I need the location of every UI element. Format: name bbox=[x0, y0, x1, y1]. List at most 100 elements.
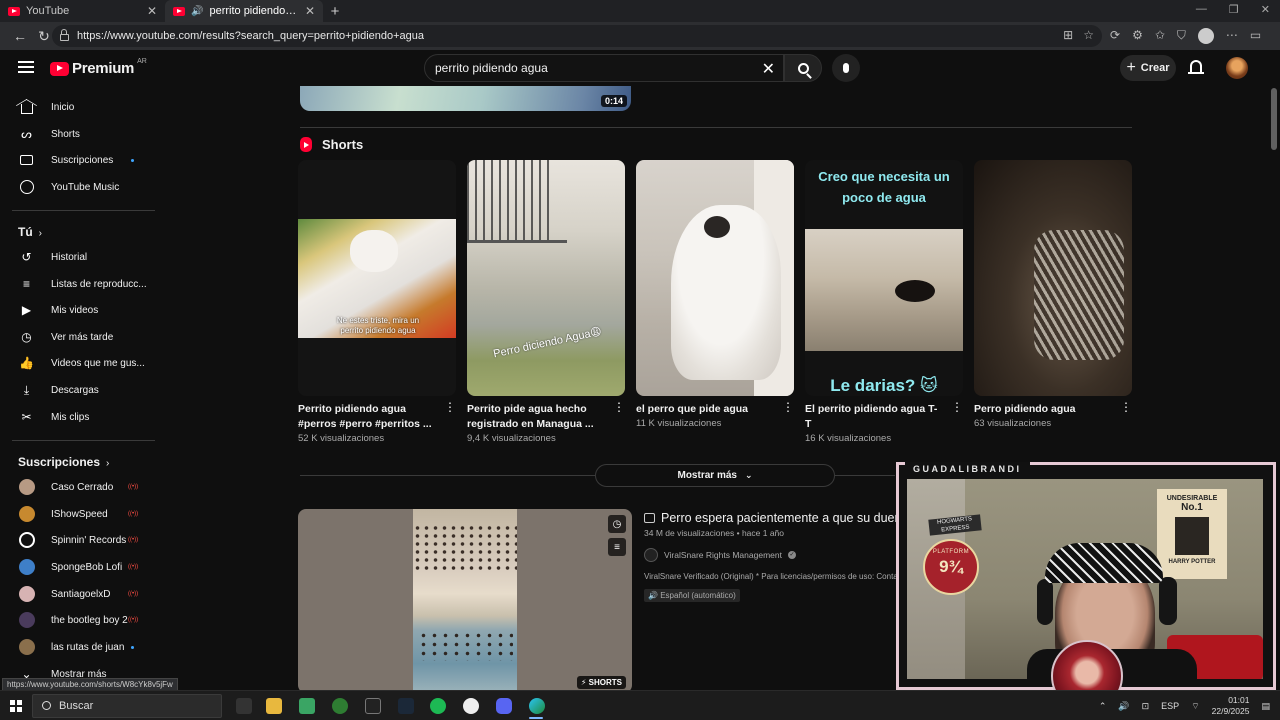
sidebar-channel-spinnin-records[interactable]: Spinnin' Records ((•)) bbox=[0, 527, 160, 553]
close-tab-icon[interactable]: ✕ bbox=[147, 4, 157, 18]
video-channel[interactable]: ViralSnare Rights Management ✓ bbox=[644, 548, 904, 562]
video-thumbnail[interactable]: 0:14 bbox=[300, 86, 631, 111]
active-app-indicator bbox=[529, 717, 543, 719]
youtube-logo-icon bbox=[50, 61, 69, 76]
video-thumbnail[interactable]: ◷ ≡ ⚡ SHORTS bbox=[298, 509, 632, 690]
short-card[interactable]: Perro pidiendo agua 63 visualizaciones ⋮ bbox=[974, 160, 1132, 429]
short-title[interactable]: Perro pidiendo agua bbox=[974, 402, 1109, 417]
scrollbar-thumb[interactable] bbox=[1271, 88, 1277, 150]
refresh-extension-icon[interactable]: ⟳ bbox=[1110, 28, 1120, 44]
short-thumbnail[interactable] bbox=[974, 160, 1132, 396]
show-more-shorts-button[interactable]: Mostrar más ⌄ bbox=[595, 464, 835, 487]
epic-games-icon[interactable] bbox=[365, 698, 381, 714]
short-thumbnail[interactable] bbox=[636, 160, 794, 396]
sidebar-item-inicio[interactable]: Inicio bbox=[0, 94, 160, 120]
short-card[interactable]: Creo que necesita un poco de agua Le dar… bbox=[805, 160, 963, 444]
short-title[interactable]: El perrito pidiendo agua T-T bbox=[805, 402, 940, 432]
sidebar-channel-santiagoelxd[interactable]: SantiagoelxD ((•)) bbox=[0, 581, 160, 607]
sidebar-item-descargas[interactable]: ⤓ Descargas bbox=[0, 377, 160, 403]
xbox-icon[interactable] bbox=[332, 698, 348, 714]
address-bar[interactable]: https://www.youtube.com/results?search_q… bbox=[52, 25, 1102, 47]
short-thumbnail[interactable]: Creo que necesita un poco de agua Le dar… bbox=[805, 160, 963, 396]
discord-icon[interactable] bbox=[496, 698, 512, 714]
language-indicator[interactable]: ESP bbox=[1161, 701, 1179, 711]
short-title[interactable]: el perro que pide agua bbox=[636, 402, 771, 417]
sidebar-item-mis-videos[interactable]: ▶ Mis videos bbox=[0, 297, 160, 323]
thumbnail-actions: ◷ ≡ bbox=[608, 515, 626, 556]
sidebar-item-youtube-music[interactable]: YouTube Music bbox=[0, 174, 160, 200]
youtube-premium-logo[interactable]: Premium AR bbox=[50, 58, 147, 77]
search-button[interactable] bbox=[784, 54, 822, 82]
tray-chevron-icon[interactable]: ⌃ bbox=[1099, 701, 1107, 712]
short-card[interactable]: el perro que pide agua 11 K visualizacio… bbox=[636, 160, 794, 429]
more-options-icon[interactable]: ⋮ bbox=[951, 401, 963, 413]
notifications-bell-icon[interactable] bbox=[1188, 60, 1204, 74]
sidebar-you-heading[interactable]: Tú › bbox=[18, 225, 42, 239]
close-tab-icon[interactable]: ✕ bbox=[305, 4, 315, 18]
sidebar-subscriptions-heading[interactable]: Suscripciones › bbox=[18, 455, 109, 469]
sidebar-item-mis-clips[interactable]: ✂ Mis clips bbox=[0, 404, 160, 430]
sidebar-item-ver-mas-tarde[interactable]: ◷ Ver más tarde bbox=[0, 324, 160, 350]
more-options-icon[interactable]: ⋮ bbox=[782, 401, 794, 413]
app-install-icon[interactable]: ⊞ bbox=[1063, 28, 1073, 42]
sidebar-item-historial[interactable]: ↺ Historial bbox=[0, 244, 160, 270]
short-title[interactable]: Perrito pide agua hecho registrado en Ma… bbox=[467, 402, 602, 432]
section-divider bbox=[835, 475, 895, 476]
short-title[interactable]: Perrito pidiendo agua #perros #perro #pe… bbox=[298, 402, 433, 432]
extension-icon[interactable]: ⚙ bbox=[1132, 28, 1143, 44]
sidebar-channel-las-rutas-de-juan[interactable]: las rutas de juan bbox=[0, 634, 160, 660]
clear-search-icon[interactable]: ✕ bbox=[762, 59, 775, 79]
sidebar-channel-the-bootleg-boy-2[interactable]: the bootleg boy 2 ((•)) bbox=[0, 607, 160, 633]
clock[interactable]: 01:01 22/9/2025 bbox=[1212, 695, 1250, 717]
video-title[interactable]: Perro espera pacientemente a que su dueñ… bbox=[644, 511, 904, 525]
more-options-icon[interactable]: ⋮ bbox=[444, 401, 456, 413]
search-input[interactable]: perrito pidiendo agua ✕ bbox=[424, 54, 784, 82]
volume-icon[interactable]: 🔊 bbox=[1118, 701, 1129, 712]
browser-tab-youtube[interactable]: YouTube ✕ bbox=[0, 0, 165, 22]
account-avatar[interactable] bbox=[1226, 57, 1248, 79]
hamburger-menu-icon[interactable] bbox=[18, 61, 34, 73]
sidebar-item-suscripciones[interactable]: Suscripciones bbox=[0, 147, 160, 173]
short-card[interactable]: Perro diciendo Agua😩 Perrito pide agua h… bbox=[467, 160, 625, 444]
sidebar-item-listas[interactable]: ≡ Listas de reproducc... bbox=[0, 271, 160, 297]
spotify-icon[interactable] bbox=[430, 698, 446, 714]
short-card[interactable]: Ne estes triste, mira un perrito pidiend… bbox=[298, 160, 456, 444]
favorite-star-icon[interactable]: ☆ bbox=[1083, 28, 1094, 42]
notifications-icon[interactable]: ▤ bbox=[1261, 701, 1270, 712]
short-thumbnail[interactable]: Perro diciendo Agua😩 bbox=[467, 160, 625, 396]
file-explorer-icon[interactable] bbox=[266, 698, 282, 714]
network-icon[interactable]: ⊡ bbox=[1142, 701, 1150, 712]
more-options-icon[interactable]: ⋮ bbox=[1120, 401, 1132, 413]
more-menu-icon[interactable]: ⋯ bbox=[1226, 28, 1238, 44]
edge-icon[interactable] bbox=[529, 698, 545, 714]
sidebar-toggle-icon[interactable]: ▭ bbox=[1250, 28, 1261, 44]
speaker-icon[interactable]: 🔊 bbox=[191, 6, 203, 17]
chrome-icon[interactable] bbox=[463, 698, 479, 714]
task-view-icon[interactable] bbox=[236, 698, 252, 714]
short-thumbnail[interactable]: Ne estes triste, mira un perrito pidiend… bbox=[298, 160, 456, 396]
more-options-icon[interactable]: ⋮ bbox=[613, 401, 625, 413]
voice-search-button[interactable] bbox=[832, 54, 860, 82]
browser-tab-search[interactable]: 🔊 perrito pidiendo agua - YouTube ✕ bbox=[165, 0, 323, 22]
shield-icon[interactable]: ⛉ bbox=[1177, 28, 1186, 44]
back-icon[interactable]: ← bbox=[8, 28, 32, 44]
taskbar-search[interactable]: Buscar bbox=[32, 694, 222, 718]
add-to-queue-icon[interactable]: ≡ bbox=[608, 538, 626, 556]
new-tab-button[interactable]: + bbox=[323, 0, 347, 22]
steam-icon[interactable] bbox=[398, 698, 414, 714]
sidebar-item-me-gusta[interactable]: 👍 Videos que me gus... bbox=[0, 350, 160, 376]
sidebar-item-shorts[interactable]: ᔕ Shorts bbox=[0, 121, 160, 147]
wifi-icon[interactable]: ⌔ bbox=[1191, 701, 1199, 712]
profile-icon[interactable] bbox=[1197, 28, 1214, 44]
minimize-icon[interactable]: — bbox=[1196, 3, 1207, 16]
close-window-icon[interactable]: ✕ bbox=[1261, 3, 1270, 16]
restore-icon[interactable]: ❐ bbox=[1229, 3, 1239, 16]
watch-later-icon[interactable]: ◷ bbox=[608, 515, 626, 533]
minecraft-icon[interactable] bbox=[299, 698, 315, 714]
sidebar-channel-spongebob-lofi[interactable]: SpongeBob Lofi ((•)) bbox=[0, 554, 160, 580]
create-button[interactable]: + Crear bbox=[1120, 55, 1176, 81]
sidebar-channel-ishowspeed[interactable]: IShowSpeed ((•)) bbox=[0, 501, 160, 527]
favorites-icon[interactable]: ✩ bbox=[1155, 28, 1165, 44]
sidebar-channel-caso-cerrado[interactable]: Caso Cerrado ((•)) bbox=[0, 474, 160, 500]
windows-start-icon[interactable] bbox=[10, 700, 22, 712]
